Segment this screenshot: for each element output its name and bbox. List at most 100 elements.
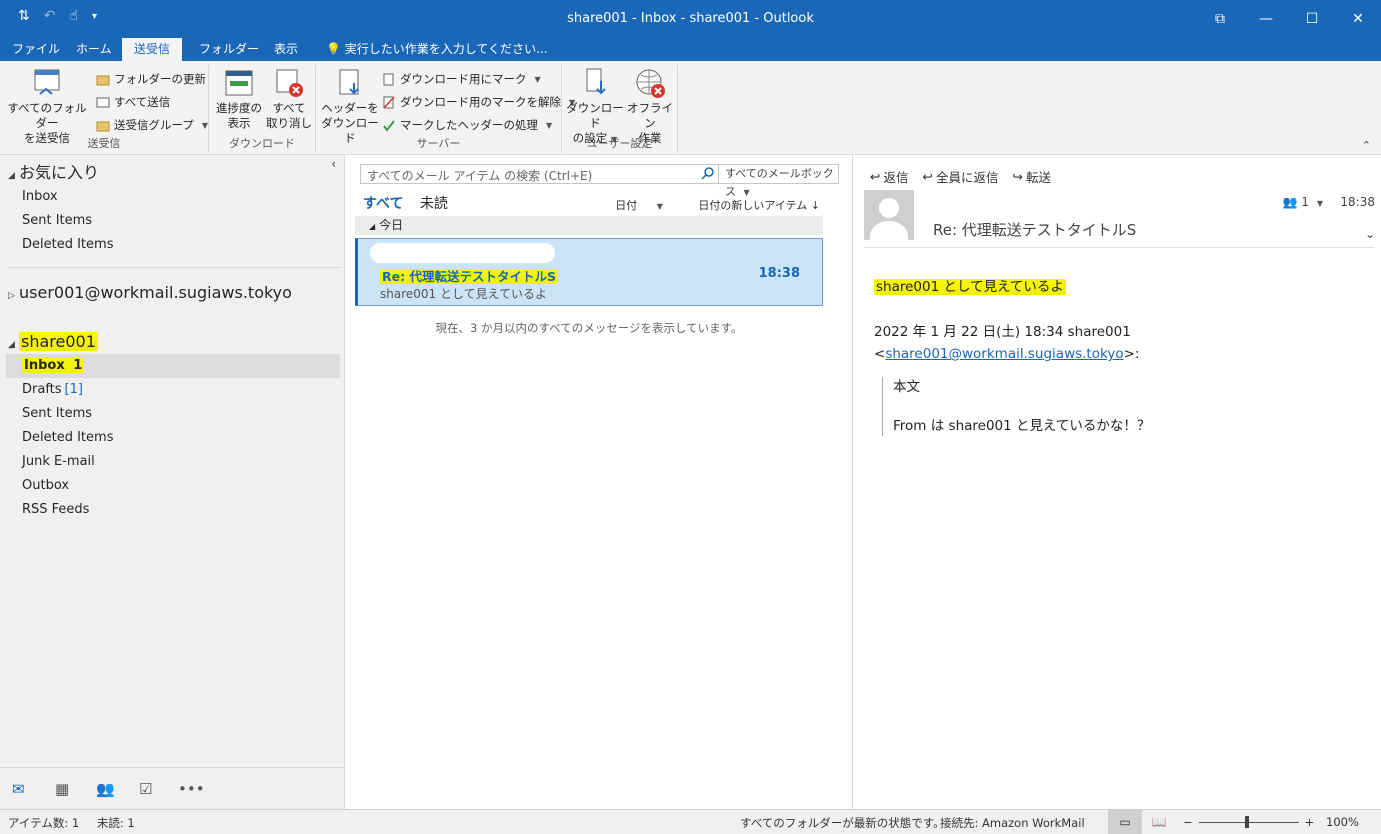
zoom-track[interactable] <box>1198 815 1299 828</box>
sort-by-dropdown[interactable]: 日付 ▼ <box>599 199 663 212</box>
chevron-down-icon: ▼ <box>201 120 208 130</box>
search-input[interactable]: すべてのメール アイテム の検索 (Ctrl+E) <box>367 167 592 184</box>
search-scope-label: すべてのメールボックス <box>725 167 834 198</box>
search-icon[interactable] <box>699 166 717 182</box>
folder-drafts-label: Drafts <box>22 382 62 397</box>
reply-all-icon: ↩ <box>922 169 933 184</box>
favorites-header[interactable]: ◢ お気に入り <box>8 159 99 183</box>
reading-view-icon[interactable]: 📖 <box>1142 810 1176 834</box>
process-marked-button[interactable]: マークしたヘッダーの処理 ▼ <box>382 117 552 133</box>
ribbon-display-icon[interactable]: ⧉ <box>1197 0 1243 38</box>
group-label-send-receive: 送受信 <box>87 137 121 150</box>
expand-header-icon[interactable]: ⌄ <box>1365 227 1375 241</box>
folder-junk-email[interactable]: Junk E-mail <box>6 450 340 474</box>
collapse-ribbon-icon[interactable]: ⌃ <box>1362 139 1371 152</box>
folder-sent-items[interactable]: Sent Items <box>6 402 340 426</box>
sort-order-toggle[interactable]: 日付の新しいアイテム ↓ <box>682 199 820 212</box>
quote-body-line1: 本文 <box>893 379 920 395</box>
download-prefs-icon <box>579 67 611 99</box>
people-icon[interactable]: 👥 <box>96 780 115 798</box>
drafts-count: [1] <box>64 382 83 397</box>
tab-send-receive[interactable]: 送受信 <box>122 38 183 61</box>
account-share001[interactable]: ◢ share001 <box>8 332 98 351</box>
send-receive-all-icon <box>31 67 63 99</box>
tell-me-box[interactable]: 💡 実行したい作業を入力してください... <box>326 38 548 61</box>
tab-home[interactable]: ホーム <box>64 38 124 61</box>
group-label-download: ダウンロード <box>229 137 295 150</box>
group-header-today[interactable]: ◢ 今日 <box>355 216 823 235</box>
chevron-down-icon: ▼ <box>743 188 750 197</box>
lightbulb-icon: 💡 <box>326 42 341 56</box>
zoom-thumb[interactable] <box>1244 815 1249 828</box>
close-icon[interactable]: ✕ <box>1335 0 1381 38</box>
send-receive-groups-button[interactable]: 送受信グループ ▼ <box>96 117 208 133</box>
tell-me-label: 実行したい作業を入力してください... <box>344 42 548 56</box>
calendar-icon[interactable]: ▦ <box>55 780 69 798</box>
message-list: すべてのメール アイテム の検索 (Ctrl+E) すべてのメールボックス ▼ … <box>345 155 853 809</box>
send-all-button[interactable]: すべて送信 <box>96 94 170 110</box>
work-offline-line1: オフライン <box>627 101 673 130</box>
zoom-in-icon[interactable]: + <box>1305 815 1315 829</box>
connection-status: 接続先: Amazon WorkMail <box>940 816 1085 830</box>
quote-body-line2: From は share001 と見えているかな！？ <box>893 418 1151 434</box>
account-user001[interactable]: ▷ user001@workmail.sugiaws.tokyo <box>8 283 292 302</box>
reading-time: 18:38 <box>1340 195 1375 209</box>
favorite-sent-items[interactable]: Sent Items <box>6 209 340 233</box>
folder-deleted-items[interactable]: Deleted Items <box>6 426 340 450</box>
mail-icon[interactable]: ✉ <box>12 780 25 798</box>
message-actions: ↩ 返信 ↩ 全員に返信 ↪ 転送 <box>870 167 1051 186</box>
tab-view[interactable]: 表示 <box>262 38 310 61</box>
reply-all-label: 全員に返信 <box>935 170 999 185</box>
filter-unread[interactable]: 未読 <box>420 196 448 212</box>
show-progress-button[interactable]: 進捗度の 表示 <box>213 67 265 131</box>
collapse-triangle-icon: ◢ <box>369 222 376 231</box>
quote-email-link[interactable]: share001@workmail.sugiaws.tokyo <box>885 346 1123 362</box>
cancel-all-line2: 取り消し <box>266 116 312 130</box>
folder-rss-feeds[interactable]: RSS Feeds <box>6 498 340 522</box>
folder-inbox[interactable]: Inbox 1 <box>6 354 340 378</box>
mark-to-download-button[interactable]: ダウンロード用にマーク ▼ <box>382 71 541 87</box>
group-send-receive: すべてのフォルダー を送受信 フォルダーの更新 すべて送信 送受信グループ ▼ … <box>0 65 209 153</box>
minimize-folder-pane-icon[interactable]: ‹ <box>331 157 336 171</box>
normal-view-icon[interactable]: ▭ <box>1108 810 1142 834</box>
process-marked-label: マークしたヘッダーの処理 <box>400 118 538 132</box>
search-scope-dropdown[interactable]: すべてのメールボックス ▼ <box>718 165 839 198</box>
globe-offline-icon <box>634 67 666 99</box>
more-icon[interactable]: ••• <box>178 780 205 798</box>
show-progress-line2: 表示 <box>227 116 251 130</box>
message-body: share001 として見えているよ 2022 年 1 月 22 日(土) 18… <box>874 275 1150 436</box>
search-box[interactable]: すべてのメール アイテム の検索 (Ctrl+E) すべてのメールボックス ▼ <box>360 164 839 198</box>
zoom-slider[interactable]: − + <box>1183 815 1314 829</box>
tasks-icon[interactable]: ☑ <box>139 780 152 798</box>
ribbon: すべてのフォルダー を送受信 フォルダーの更新 すべて送信 送受信グループ ▼ … <box>0 61 1381 155</box>
filter-all[interactable]: すべて <box>363 196 403 212</box>
title-bar: ⇅ ↶ ☝ ▾ share001 - Inbox - share001 - Ou… <box>0 0 1381 38</box>
cancel-all-button[interactable]: すべて 取り消し <box>265 67 313 131</box>
message-item[interactable]: Re: 代理転送テストタイトルS 18:38 share001 として見えている… <box>355 238 823 306</box>
favorite-inbox[interactable]: Inbox <box>6 185 340 209</box>
zoom-percent[interactable]: 100% <box>1326 815 1359 829</box>
view-switcher: ▭ 📖 <box>1108 810 1176 834</box>
folder-outbox[interactable]: Outbox <box>6 474 340 498</box>
unmark-to-download-button[interactable]: ダウンロード用のマークを解除 ▼ <box>382 94 575 110</box>
forward-button[interactable]: ↪ 転送 <box>1013 167 1052 186</box>
list-footer-note: 現在、3 か月以内のすべてのメッセージを表示しています。 <box>435 321 743 335</box>
quote-email-line: <share001@workmail.sugiaws.tokyo>: <box>874 346 1140 362</box>
reply-all-button[interactable]: ↩ 全員に返信 <box>923 167 999 186</box>
group-header-label: 今日 <box>379 218 404 232</box>
reply-button[interactable]: ↩ 返信 <box>870 167 909 186</box>
sort-bar: 日付 ▼ 日付の新しいアイテム ↓ <box>583 197 820 213</box>
message-subject: Re: 代理転送テストタイトルS <box>380 269 558 284</box>
minimize-icon[interactable]: — <box>1243 0 1289 38</box>
account-user001-label: user001@workmail.sugiaws.tokyo <box>19 283 292 302</box>
zoom-out-icon[interactable]: − <box>1183 815 1193 829</box>
update-folder-button[interactable]: フォルダーの更新 <box>96 71 206 87</box>
people-count[interactable]: 👥 1 ▼ <box>1283 195 1323 209</box>
tab-file[interactable]: ファイル <box>0 38 72 61</box>
maximize-icon[interactable]: ☐ <box>1289 0 1335 38</box>
tab-folder[interactable]: フォルダー <box>187 38 271 61</box>
folder-drafts[interactable]: Drafts [1] <box>6 378 340 402</box>
chevron-down-icon: ▼ <box>534 74 541 84</box>
favorite-deleted-items[interactable]: Deleted Items <box>6 233 340 257</box>
navigation-bar: ✉ ▦ 👥 ☑ ••• <box>0 767 345 809</box>
